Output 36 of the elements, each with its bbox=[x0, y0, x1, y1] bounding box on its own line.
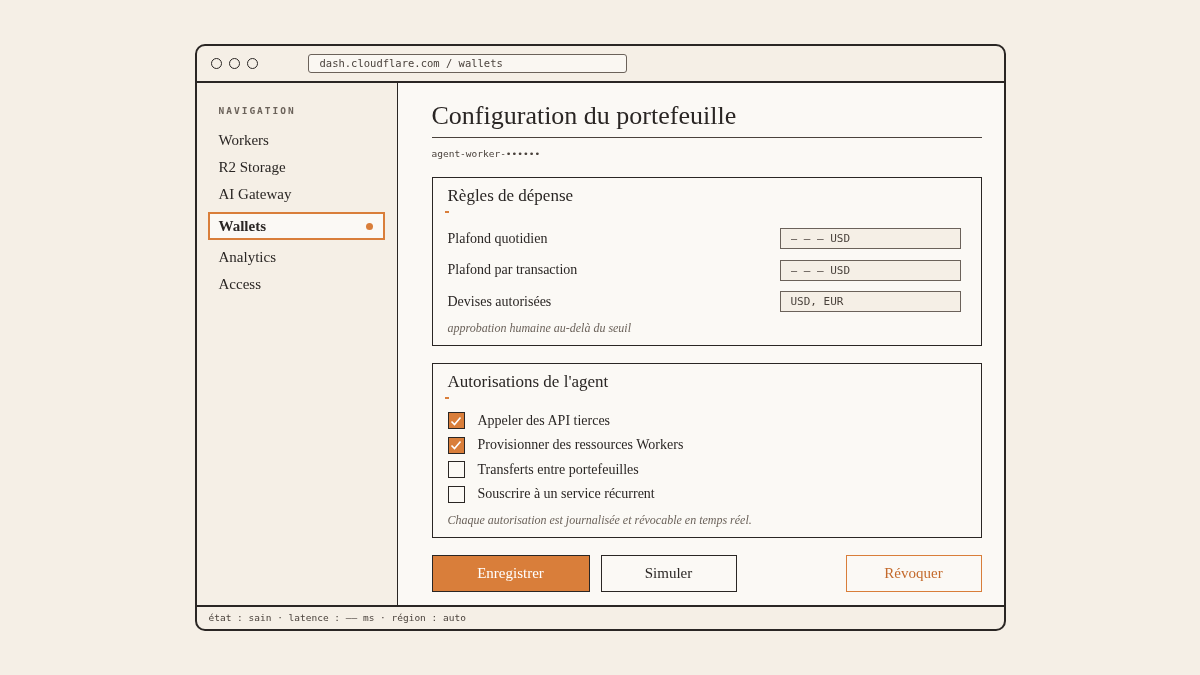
revoke-button[interactable]: Révoquer bbox=[845, 554, 982, 592]
field-label: Devises autorisées bbox=[447, 293, 552, 310]
input-field[interactable]: — — — USD bbox=[779, 228, 961, 250]
card-note: approbation humaine au-delà du seuil bbox=[447, 320, 633, 336]
active-dot-icon bbox=[365, 222, 373, 230]
status-bar: état : sain · latence : —— ms · région : auto bbox=[196, 605, 1004, 629]
simulate-button[interactable]: Simuler bbox=[600, 554, 737, 592]
sidebar-item[interactable]: R2 Storage bbox=[208, 154, 385, 181]
checkbox[interactable] bbox=[447, 436, 465, 454]
worker-id: agent-worker-•••••• bbox=[431, 148, 542, 159]
check-icon bbox=[450, 440, 462, 451]
card-title: Autorisations de l'agent bbox=[447, 371, 610, 392]
sidebar-item[interactable]: Wallets bbox=[207, 212, 385, 240]
input-field[interactable]: — — — USD bbox=[779, 259, 961, 281]
checkbox-label: Transferts entre portefeuilles bbox=[477, 461, 639, 478]
checkbox-label: Appeler des API tierces bbox=[477, 412, 611, 429]
checkbox-label: Souscrire à un service récurrent bbox=[477, 486, 655, 503]
check-icon bbox=[450, 415, 462, 426]
checkbox-label: Provisionner des ressources Workers bbox=[477, 437, 684, 454]
card-note: Chaque autorisation est journalisée et révocable en temps réel. bbox=[447, 512, 753, 528]
sidebar-item[interactable]: Analytics bbox=[208, 244, 385, 271]
page-title: Configuration du portefeuille bbox=[431, 101, 982, 138]
sidebar-item[interactable]: Access bbox=[208, 271, 385, 298]
sidebar-item[interactable]: Workers bbox=[208, 127, 385, 154]
input-field[interactable]: USD, EUR bbox=[779, 291, 961, 313]
accent-mark bbox=[444, 211, 449, 213]
accent-mark bbox=[444, 396, 449, 399]
field-label: Plafond par transaction bbox=[447, 262, 578, 279]
card-title: Règles de dépense bbox=[447, 186, 575, 206]
field-label: Plafond quotidien bbox=[447, 230, 548, 247]
sidebar-item[interactable]: AI Gateway bbox=[208, 181, 385, 208]
address-bar[interactable]: dash.cloudflare.com / wallets bbox=[307, 54, 627, 73]
checkbox[interactable] bbox=[447, 461, 465, 479]
checkbox[interactable] bbox=[447, 485, 465, 503]
sidebar-heading: NAVIGATION bbox=[217, 105, 297, 116]
checkbox[interactable] bbox=[447, 412, 465, 430]
